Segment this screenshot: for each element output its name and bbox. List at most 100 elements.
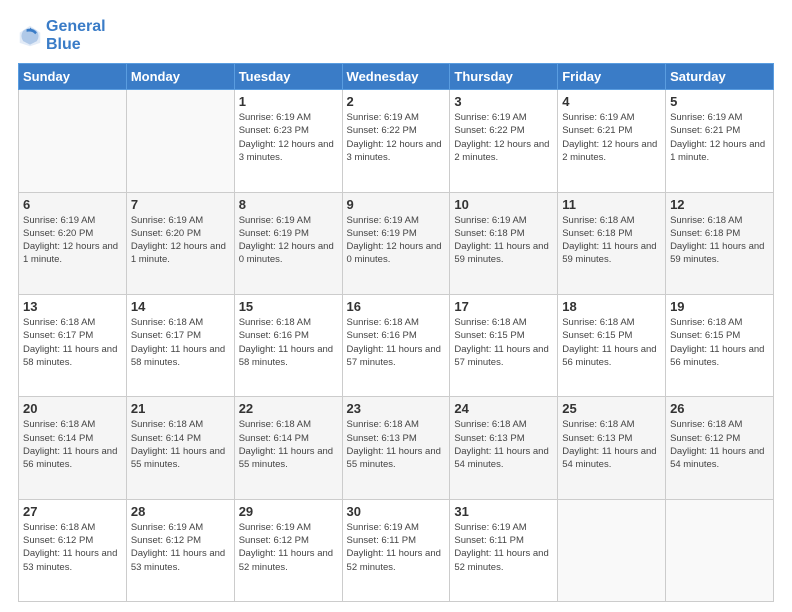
day-info: Sunrise: 6:18 AM Sunset: 6:17 PM Dayligh… [131, 316, 230, 369]
day-number: 21 [131, 401, 230, 416]
calendar-header-row: SundayMondayTuesdayWednesdayThursdayFrid… [19, 64, 774, 90]
calendar-day-cell: 5Sunrise: 6:19 AM Sunset: 6:21 PM Daylig… [666, 90, 774, 192]
calendar-day-cell: 22 Sunrise: 6:18 AM Sunset: 6:14 PM Dayli… [234, 397, 342, 499]
day-info: Sunrise: 6:19 AM Sunset: 6:12 PM Dayligh… [131, 521, 230, 574]
day-header-saturday: Saturday [666, 64, 774, 90]
day-number: 4 [562, 94, 661, 109]
day-info: Sunrise: 6:18 AM Sunset: 6:15 PM Dayligh… [670, 316, 769, 369]
day-number: 31 [454, 504, 553, 519]
day-info: Sunrise: 6:19 AM Sunset: 6:11 PM Dayligh… [454, 521, 553, 574]
day-number: 18 [562, 299, 661, 314]
calendar-day-cell: 26 Sunrise: 6:18 AM Sunset: 6:12 PM Dayli… [666, 397, 774, 499]
page: General Blue SundayMondayTuesdayWednesda… [0, 0, 792, 612]
day-number: 10 [454, 197, 553, 212]
day-number: 23 [347, 401, 446, 416]
day-number: 11 [562, 197, 661, 212]
calendar-day-cell: 1 Sunrise: 6:19 AM Sunset: 6:23 PM Daylig… [234, 90, 342, 192]
calendar-day-cell: 31 Sunrise: 6:19 AM Sunset: 6:11 PM Dayli… [450, 499, 558, 601]
day-number: 20 [23, 401, 122, 416]
day-number: 24 [454, 401, 553, 416]
day-number: 17 [454, 299, 553, 314]
day-info: Sunrise: 6:18 AM Sunset: 6:13 PM Dayligh… [454, 418, 553, 471]
day-number: 6 [23, 197, 122, 212]
day-number: 2 [347, 94, 446, 109]
day-info: Sunrise: 6:19 AM Sunset: 6:11 PM Dayligh… [347, 521, 446, 574]
day-info: Sunrise: 6:18 AM Sunset: 6:14 PM Dayligh… [23, 418, 122, 471]
day-info: Sunrise: 6:18 AM Sunset: 6:17 PM Dayligh… [23, 316, 122, 369]
day-info: Sunrise: 6:18 AM Sunset: 6:14 PM Dayligh… [239, 418, 338, 471]
calendar-week-row: 20 Sunrise: 6:18 AM Sunset: 6:14 PM Dayli… [19, 397, 774, 499]
calendar-day-cell: 12 Sunrise: 6:18 AM Sunset: 6:18 PM Dayli… [666, 192, 774, 294]
day-header-monday: Monday [126, 64, 234, 90]
day-info: Sunrise: 6:19 AM Sunset: 6:21 PM Dayligh… [670, 111, 769, 164]
day-header-sunday: Sunday [19, 64, 127, 90]
calendar-day-cell: 13 Sunrise: 6:18 AM Sunset: 6:17 PM Dayli… [19, 294, 127, 396]
calendar-day-cell: 28 Sunrise: 6:19 AM Sunset: 6:12 PM Dayli… [126, 499, 234, 601]
calendar-day-cell: 18 Sunrise: 6:18 AM Sunset: 6:15 PM Dayli… [558, 294, 666, 396]
day-number: 13 [23, 299, 122, 314]
day-info: Sunrise: 6:19 AM Sunset: 6:12 PM Dayligh… [239, 521, 338, 574]
day-number: 27 [23, 504, 122, 519]
day-number: 15 [239, 299, 338, 314]
header: General Blue [18, 18, 774, 53]
calendar-day-cell [558, 499, 666, 601]
day-number: 16 [347, 299, 446, 314]
calendar-day-cell: 20 Sunrise: 6:18 AM Sunset: 6:14 PM Dayli… [19, 397, 127, 499]
day-header-thursday: Thursday [450, 64, 558, 90]
day-info: Sunrise: 6:18 AM Sunset: 6:12 PM Dayligh… [23, 521, 122, 574]
day-info: Sunrise: 6:19 AM Sunset: 6:20 PM Dayligh… [131, 214, 230, 267]
calendar-day-cell: 16 Sunrise: 6:18 AM Sunset: 6:16 PM Dayli… [342, 294, 450, 396]
day-header-tuesday: Tuesday [234, 64, 342, 90]
calendar-day-cell [666, 499, 774, 601]
calendar-day-cell: 29 Sunrise: 6:19 AM Sunset: 6:12 PM Dayli… [234, 499, 342, 601]
day-info: Sunrise: 6:18 AM Sunset: 6:13 PM Dayligh… [347, 418, 446, 471]
calendar-day-cell: 4 Sunrise: 6:19 AM Sunset: 6:21 PM Daylig… [558, 90, 666, 192]
calendar-day-cell: 30 Sunrise: 6:19 AM Sunset: 6:11 PM Dayli… [342, 499, 450, 601]
day-info: Sunrise: 6:19 AM Sunset: 6:22 PM Dayligh… [347, 111, 446, 164]
day-number: 22 [239, 401, 338, 416]
calendar-day-cell: 7 Sunrise: 6:19 AM Sunset: 6:20 PM Daylig… [126, 192, 234, 294]
day-number: 30 [347, 504, 446, 519]
day-info: Sunrise: 6:18 AM Sunset: 6:15 PM Dayligh… [562, 316, 661, 369]
day-number: 7 [131, 197, 230, 212]
day-number: 28 [131, 504, 230, 519]
calendar-day-cell: 10 Sunrise: 6:19 AM Sunset: 6:18 PM Dayli… [450, 192, 558, 294]
calendar-day-cell: 17Sunrise: 6:18 AM Sunset: 6:15 PM Dayli… [450, 294, 558, 396]
day-header-friday: Friday [558, 64, 666, 90]
calendar-day-cell: 6 Sunrise: 6:19 AM Sunset: 6:20 PM Daylig… [19, 192, 127, 294]
day-number: 25 [562, 401, 661, 416]
calendar-day-cell [19, 90, 127, 192]
day-number: 3 [454, 94, 553, 109]
calendar-day-cell: 8 Sunrise: 6:19 AM Sunset: 6:19 PM Daylig… [234, 192, 342, 294]
day-info: Sunrise: 6:18 AM Sunset: 6:16 PM Dayligh… [239, 316, 338, 369]
day-info: Sunrise: 6:18 AM Sunset: 6:14 PM Dayligh… [131, 418, 230, 471]
logo-icon [18, 24, 42, 48]
day-number: 29 [239, 504, 338, 519]
day-info: Sunrise: 6:19 AM Sunset: 6:19 PM Dayligh… [347, 214, 446, 267]
day-number: 1 [239, 94, 338, 109]
day-number: 8 [239, 197, 338, 212]
calendar-day-cell: 9Sunrise: 6:19 AM Sunset: 6:19 PM Daylig… [342, 192, 450, 294]
calendar-day-cell: 25Sunrise: 6:18 AM Sunset: 6:13 PM Dayli… [558, 397, 666, 499]
day-info: Sunrise: 6:19 AM Sunset: 6:20 PM Dayligh… [23, 214, 122, 267]
day-info: Sunrise: 6:19 AM Sunset: 6:21 PM Dayligh… [562, 111, 661, 164]
day-info: Sunrise: 6:19 AM Sunset: 6:18 PM Dayligh… [454, 214, 553, 267]
day-info: Sunrise: 6:18 AM Sunset: 6:16 PM Dayligh… [347, 316, 446, 369]
logo-text: General Blue [46, 18, 106, 53]
day-header-wednesday: Wednesday [342, 64, 450, 90]
day-info: Sunrise: 6:18 AM Sunset: 6:12 PM Dayligh… [670, 418, 769, 471]
calendar-week-row: 1 Sunrise: 6:19 AM Sunset: 6:23 PM Daylig… [19, 90, 774, 192]
calendar-week-row: 27 Sunrise: 6:18 AM Sunset: 6:12 PM Dayli… [19, 499, 774, 601]
day-info: Sunrise: 6:19 AM Sunset: 6:23 PM Dayligh… [239, 111, 338, 164]
day-number: 12 [670, 197, 769, 212]
day-info: Sunrise: 6:18 AM Sunset: 6:18 PM Dayligh… [562, 214, 661, 267]
calendar-day-cell: 15 Sunrise: 6:18 AM Sunset: 6:16 PM Dayli… [234, 294, 342, 396]
day-info: Sunrise: 6:19 AM Sunset: 6:22 PM Dayligh… [454, 111, 553, 164]
calendar-day-cell: 3 Sunrise: 6:19 AM Sunset: 6:22 PM Daylig… [450, 90, 558, 192]
calendar-day-cell: 24 Sunrise: 6:18 AM Sunset: 6:13 PM Dayli… [450, 397, 558, 499]
calendar-day-cell: 2 Sunrise: 6:19 AM Sunset: 6:22 PM Daylig… [342, 90, 450, 192]
day-info: Sunrise: 6:19 AM Sunset: 6:19 PM Dayligh… [239, 214, 338, 267]
day-info: Sunrise: 6:18 AM Sunset: 6:18 PM Dayligh… [670, 214, 769, 267]
calendar-day-cell [126, 90, 234, 192]
day-number: 26 [670, 401, 769, 416]
